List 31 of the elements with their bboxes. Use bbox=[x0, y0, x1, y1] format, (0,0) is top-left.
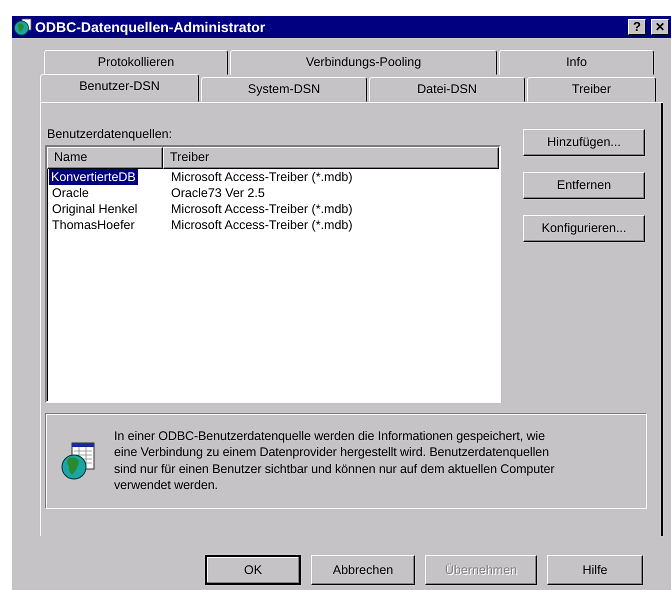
table-cell-text: Microsoft Access-Treiber (*.mdb) bbox=[170, 170, 353, 184]
window-title: ODBC-Datenquellen-Administrator bbox=[35, 18, 266, 35]
table-cell-text: Microsoft Access-Treiber (*.mdb) bbox=[170, 202, 353, 216]
tab[interactable]: Benutzer-DSN bbox=[40, 74, 199, 102]
table-cell[interactable]: ThomasHoefer bbox=[49, 216, 135, 233]
tab[interactable]: Protokollieren bbox=[44, 50, 228, 75]
table-cell-text: Microsoft Access-Treiber (*.mdb) bbox=[170, 218, 353, 232]
tab[interactable]: Datei-DSN bbox=[369, 76, 525, 102]
close-button[interactable]: ✕ bbox=[651, 18, 669, 35]
dialog-button[interactable]: Hilfe bbox=[547, 555, 643, 586]
column-header[interactable]: Name bbox=[47, 146, 163, 169]
tab[interactable]: Verbindungs-Pooling bbox=[230, 50, 497, 75]
globe-icon bbox=[14, 18, 32, 36]
help-button[interactable]: ? bbox=[628, 18, 646, 35]
data-source-list[interactable]: Name Treiber KonvertierteDB Microsoft Access-Treiber (*.mdb) Oracle Oracle73 Ver 2.5 Original Henkel Microsoft Access-Treiber (*.mdb) ThomasHoefer Microsoft Access-Treiber (*.mdb) bbox=[45, 144, 501, 403]
tab[interactable]: Info bbox=[499, 50, 654, 75]
action-button[interactable]: Entfernen bbox=[523, 172, 645, 199]
info-text: In einer ODBC-Benutzerdatenquelle werden die Informationen gespeichert, wie eine Verbindung zu einem Datenprovider hergestellt wird. Benutzerdatenquellen sind nur für einen Benutzer sichtbar und können nur auf dem aktuellen Computer verwendet werden. bbox=[114, 428, 556, 494]
tab[interactable]: System-DSN bbox=[201, 76, 367, 102]
dialog-button[interactable]: OK bbox=[205, 555, 301, 586]
table-cell-text: Oracle73 Ver 2.5 bbox=[170, 186, 265, 200]
list-label: Benutzerdatenquellen: bbox=[46, 126, 174, 141]
column-header[interactable]: Treiber bbox=[163, 146, 499, 169]
action-button[interactable]: Konfigurieren... bbox=[523, 214, 645, 242]
action-button[interactable]: Hinzufügen... bbox=[523, 128, 645, 156]
table-cell[interactable]: Oracle bbox=[49, 184, 89, 201]
table-cell[interactable]: KonvertierteDB bbox=[49, 168, 138, 185]
globe-icon bbox=[60, 440, 96, 481]
tab[interactable]: Treiber bbox=[527, 76, 656, 102]
table-cell[interactable]: Original Henkel bbox=[49, 200, 138, 217]
dialog-button[interactable]: Abbrechen bbox=[311, 555, 415, 586]
